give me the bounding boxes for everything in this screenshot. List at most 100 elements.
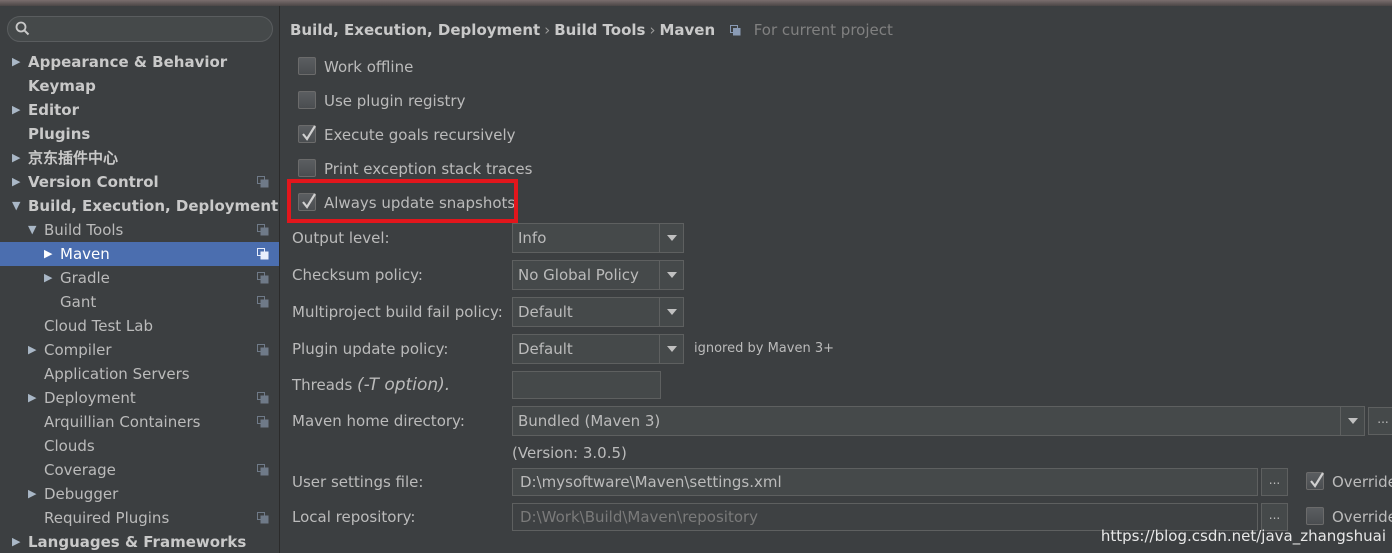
expand-right-icon[interactable]: ▶ [12, 170, 24, 194]
chevron-down-icon[interactable] [659, 261, 683, 289]
breadcrumb-separator: › [544, 21, 551, 39]
sidebar-item[interactable]: ▼ Build, Execution, Deployment [0, 194, 279, 218]
sidebar-item-label: Languages & Frameworks [28, 533, 247, 551]
expand-right-icon[interactable]: ▶ [12, 98, 24, 122]
project-scope-icon [257, 176, 269, 188]
expand-right-icon[interactable]: ▶ [28, 338, 40, 362]
sidebar-item[interactable]: ▶ Debugger [0, 482, 279, 506]
sidebar-item-label: Required Plugins [44, 509, 170, 527]
maven-home-select[interactable]: Bundled (Maven 3) [512, 406, 1365, 436]
expand-right-icon[interactable]: ▶ [28, 482, 40, 506]
search-icon [15, 21, 30, 36]
sidebar-item[interactable]: Keymap [0, 74, 279, 98]
checkbox-box[interactable] [298, 57, 316, 75]
threads-hint: (-T option). [357, 375, 451, 395]
project-scope-icon [257, 344, 269, 356]
sidebar-item[interactable]: ▶ 京东插件中心 [0, 146, 279, 170]
checkbox-box[interactable] [1306, 507, 1324, 525]
sidebar-item[interactable]: ▶ Languages & Frameworks [0, 530, 279, 553]
threads-label: Threads (-T option). [292, 373, 450, 397]
settings-sidebar: ▶ Appearance & Behavior Keymap ▶ Editor Plugi… [0, 6, 280, 553]
sidebar-item-label: Maven [60, 245, 110, 263]
sidebar-item[interactable]: Plugins [0, 122, 279, 146]
checkbox-box[interactable] [298, 91, 316, 109]
maven-home-browse-button[interactable]: ... [1368, 407, 1392, 435]
breadcrumb-item: Maven [659, 21, 716, 39]
sidebar-item-label: Deployment [44, 389, 136, 407]
sidebar-item[interactable]: ▶ Version Control [0, 170, 279, 194]
threads-label-text: Threads [292, 376, 353, 394]
expand-down-icon[interactable]: ▼ [12, 194, 24, 218]
sidebar-item[interactable]: ▶ Gradle [0, 266, 279, 290]
sidebar-item-label: Build Tools [44, 221, 124, 239]
expand-right-icon[interactable]: ▶ [12, 50, 24, 74]
sidebar-item[interactable]: Application Servers [0, 362, 279, 386]
chevron-down-icon[interactable] [659, 335, 683, 363]
sidebar-item-label: Cloud Test Lab [44, 317, 153, 335]
threads-input[interactable] [512, 371, 661, 399]
chevron-down-icon[interactable] [1340, 407, 1364, 435]
expand-down-icon[interactable]: ▼ [28, 218, 40, 242]
output-level-value: Info [518, 229, 547, 247]
expand-right-icon[interactable]: ▶ [12, 530, 24, 553]
search-input[interactable] [7, 16, 273, 42]
expand-right-icon[interactable]: ▶ [28, 386, 40, 410]
user-settings-input[interactable]: D:\mysoftware\Maven\settings.xml [512, 468, 1258, 496]
sidebar-item[interactable]: ▼ Build Tools [0, 218, 279, 242]
sidebar-item[interactable]: ▶ Appearance & Behavior [0, 50, 279, 74]
sidebar-item[interactable]: Cloud Test Lab [0, 314, 279, 338]
sidebar-item[interactable]: ▶ Editor [0, 98, 279, 122]
expand-right-icon[interactable]: ▶ [44, 242, 56, 266]
sidebar-item[interactable]: Required Plugins [0, 506, 279, 530]
sidebar-item-label: Version Control [28, 173, 159, 191]
local-repository-label: Local repository: [292, 508, 416, 526]
chevron-down-icon[interactable] [659, 224, 683, 252]
multiproject-fail-policy-value: Default [518, 303, 573, 321]
project-scope-icon [257, 296, 269, 308]
sidebar-item-label: Debugger [44, 485, 119, 503]
maven-version-text: (Version: 3.0.5) [512, 444, 627, 462]
project-scope-label: For current project [753, 21, 893, 39]
project-scope-icon [257, 464, 269, 476]
sidebar-item[interactable]: ▶ Maven [0, 242, 279, 266]
sidebar-item[interactable]: ▶ Compiler [0, 338, 279, 362]
multiproject-fail-policy-select[interactable]: Default [512, 297, 684, 327]
checksum-policy-value: No Global Policy [518, 266, 639, 284]
expand-right-icon[interactable]: ▶ [44, 266, 56, 290]
expand-right-icon[interactable]: ▶ [12, 146, 24, 170]
checkbox-label: Override [1332, 473, 1392, 491]
sidebar-item-label: Gradle [60, 269, 110, 287]
chevron-down-icon[interactable] [659, 298, 683, 326]
red-highlight-box [287, 179, 518, 223]
output-level-select[interactable]: Info [512, 223, 684, 253]
output-level-label: Output level: [292, 229, 390, 247]
checkbox-box[interactable] [298, 159, 316, 177]
checkbox-label: Print exception stack traces [324, 160, 533, 178]
breadcrumb: Build, Execution, Deployment › Build Tools… [290, 19, 893, 41]
plugin-update-policy-label: Plugin update policy: [292, 340, 449, 358]
sidebar-item-label: Clouds [44, 437, 95, 455]
checkbox-label: Override [1332, 508, 1392, 526]
sidebar-item[interactable]: Clouds [0, 434, 279, 458]
sidebar-item-label: Editor [28, 101, 79, 119]
checkbox-label: Work offline [324, 58, 414, 76]
project-scope-icon [257, 512, 269, 524]
sidebar-item[interactable]: Gant [0, 290, 279, 314]
sidebar-item-label: Build, Execution, Deployment [28, 197, 279, 215]
project-scope-icon [257, 272, 269, 284]
checkbox-box[interactable] [298, 125, 316, 143]
checkbox-label: Use plugin registry [324, 92, 466, 110]
sidebar-item[interactable]: Arquillian Containers [0, 410, 279, 434]
maven-home-label: Maven home directory: [292, 412, 465, 430]
checksum-policy-select[interactable]: No Global Policy [512, 260, 684, 290]
checksum-policy-label: Checksum policy: [292, 266, 423, 284]
plugin-update-policy-select[interactable]: Default [512, 334, 684, 364]
user-settings-browse-button[interactable]: ... [1261, 468, 1288, 496]
breadcrumb-separator: › [649, 21, 656, 39]
plugin-update-policy-value: Default [518, 340, 573, 358]
project-scope-icon [257, 416, 269, 428]
breadcrumb-item: Build Tools [554, 21, 646, 39]
sidebar-item[interactable]: Coverage [0, 458, 279, 482]
sidebar-item[interactable]: ▶ Deployment [0, 386, 279, 410]
checkbox-box[interactable] [1306, 472, 1324, 490]
